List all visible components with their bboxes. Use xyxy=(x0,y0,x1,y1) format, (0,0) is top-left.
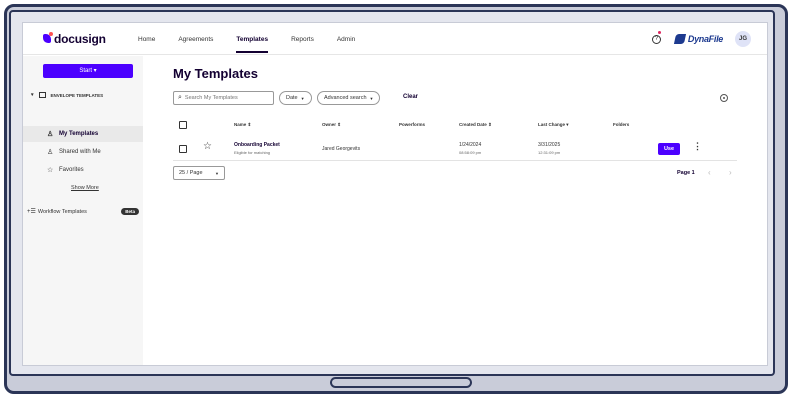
brand-text: DynaFile xyxy=(687,34,723,44)
column-powerforms: Powerforms xyxy=(399,122,426,127)
start-button[interactable]: Start ▾ xyxy=(43,64,133,78)
row-checkbox[interactable] xyxy=(179,145,187,153)
use-button[interactable]: Use xyxy=(658,143,680,155)
column-folders: Folders xyxy=(613,122,630,127)
search-field[interactable]: ⌕ xyxy=(173,91,274,105)
created-time: 08:58:09 pm xyxy=(459,150,482,155)
column-name[interactable]: Name ⇕ xyxy=(234,122,251,128)
next-page-icon[interactable]: › xyxy=(729,168,732,177)
created-date: 1/24/2024 xyxy=(459,142,482,148)
last-change-date: 3/31/2025 xyxy=(538,142,561,148)
page-size-select[interactable]: 25 / Page ▼ xyxy=(173,166,225,180)
date-filter-label: Date xyxy=(286,95,298,101)
column-owner[interactable]: Owner ⇕ xyxy=(322,122,341,128)
page-size-label: 25 / Page xyxy=(179,170,203,176)
advanced-search-button[interactable]: Advanced search ▼ xyxy=(317,91,381,105)
sidebar-item-favorites[interactable]: ☆ Favorites xyxy=(23,162,143,178)
template-status: Eligible for matching xyxy=(234,150,271,155)
column-last-change[interactable]: Last Change ▾ xyxy=(538,122,569,128)
chevron-down-icon: ▼ xyxy=(300,95,305,101)
template-owner: Jared Georgevits xyxy=(322,146,361,152)
nav-agreements[interactable]: Agreements xyxy=(178,24,213,53)
advanced-search-label: Advanced search xyxy=(324,95,367,101)
dynafile-brand[interactable]: DynaFile xyxy=(673,34,723,44)
select-all-checkbox[interactable] xyxy=(179,121,187,129)
template-folder-icon xyxy=(38,92,46,98)
page-title: My Templates xyxy=(173,66,259,81)
docusign-logo-icon xyxy=(43,32,53,43)
table-header: Name ⇕ Owner ⇕ Powerforms Created Date ⇕… xyxy=(173,119,737,133)
chevron-down-icon: ▾ xyxy=(31,92,34,98)
search-input[interactable] xyxy=(184,95,270,101)
envelope-templates-group[interactable]: ▾ ENVELOPE TEMPLATES xyxy=(31,92,103,98)
sidebar-item-my-templates[interactable]: ♙ My Templates xyxy=(23,126,143,142)
chevron-down-icon: ▼ xyxy=(215,170,219,176)
beta-badge: Beta xyxy=(121,208,139,215)
sidebar-item-label: Favorites xyxy=(59,167,84,173)
top-navigation: docusign Home Agreements Templates Repor… xyxy=(23,23,767,55)
sidebar-item-shared-with-me[interactable]: ♙ Shared with Me xyxy=(23,144,143,160)
show-more-link[interactable]: Show More xyxy=(71,185,99,191)
template-name[interactable]: Onboarding Packet xyxy=(234,142,280,148)
people-icon: ♙ xyxy=(47,149,54,156)
nav-templates[interactable]: Templates xyxy=(236,24,269,53)
nav-right: ? DynaFile JG xyxy=(651,23,751,55)
group-label: ENVELOPE TEMPLATES xyxy=(50,92,104,98)
more-options-icon[interactable]: ⋮ xyxy=(693,142,702,151)
star-icon: ☆ xyxy=(47,167,54,174)
avatar[interactable]: JG xyxy=(735,31,751,47)
chevron-down-icon: ▼ xyxy=(369,95,374,101)
person-icon: ♙ xyxy=(47,131,54,138)
nav-links: Home Agreements Templates Reports Admin xyxy=(138,24,378,53)
nav-reports[interactable]: Reports xyxy=(291,24,314,53)
laptop-base-handle xyxy=(330,377,472,388)
page-indicator: Page 1 xyxy=(677,170,695,176)
sidebar-item-label: My Templates xyxy=(59,131,99,137)
docusign-logo[interactable]: docusign xyxy=(43,32,113,46)
app-screen: docusign Home Agreements Templates Repor… xyxy=(22,22,768,366)
dynafile-logo-icon xyxy=(673,34,686,44)
column-created-date[interactable]: Created Date ⇕ xyxy=(459,122,492,128)
clear-button[interactable]: Clear xyxy=(403,94,418,100)
previous-page-icon[interactable]: ‹ xyxy=(708,168,711,177)
notification-dot xyxy=(657,30,661,34)
workflow-label: Workflow Templates xyxy=(37,208,87,215)
date-filter-button[interactable]: Date ▼ xyxy=(279,91,312,105)
favorite-star-icon[interactable]: ☆ xyxy=(203,142,212,152)
logo-text: docusign xyxy=(54,31,106,46)
nav-home[interactable]: Home xyxy=(138,24,155,53)
nav-admin[interactable]: Admin xyxy=(337,24,355,53)
workflow-icon: +☰ xyxy=(27,209,36,215)
sidebar-item-workflow-templates[interactable]: +☰ Workflow Templates Beta xyxy=(27,208,141,215)
table-row[interactable]: ☆ Onboarding Packet Eligible for matchin… xyxy=(173,137,737,161)
sidebar-item-label: Shared with Me xyxy=(59,149,101,155)
search-icon: ⌕ xyxy=(178,94,182,101)
sidebar: Start ▾ ▾ ENVELOPE TEMPLATES ♙ My Templa… xyxy=(23,56,143,365)
last-change-time: 12:31:09 pm xyxy=(538,150,561,155)
settings-icon[interactable] xyxy=(720,94,728,102)
help-icon[interactable]: ? xyxy=(651,30,661,44)
